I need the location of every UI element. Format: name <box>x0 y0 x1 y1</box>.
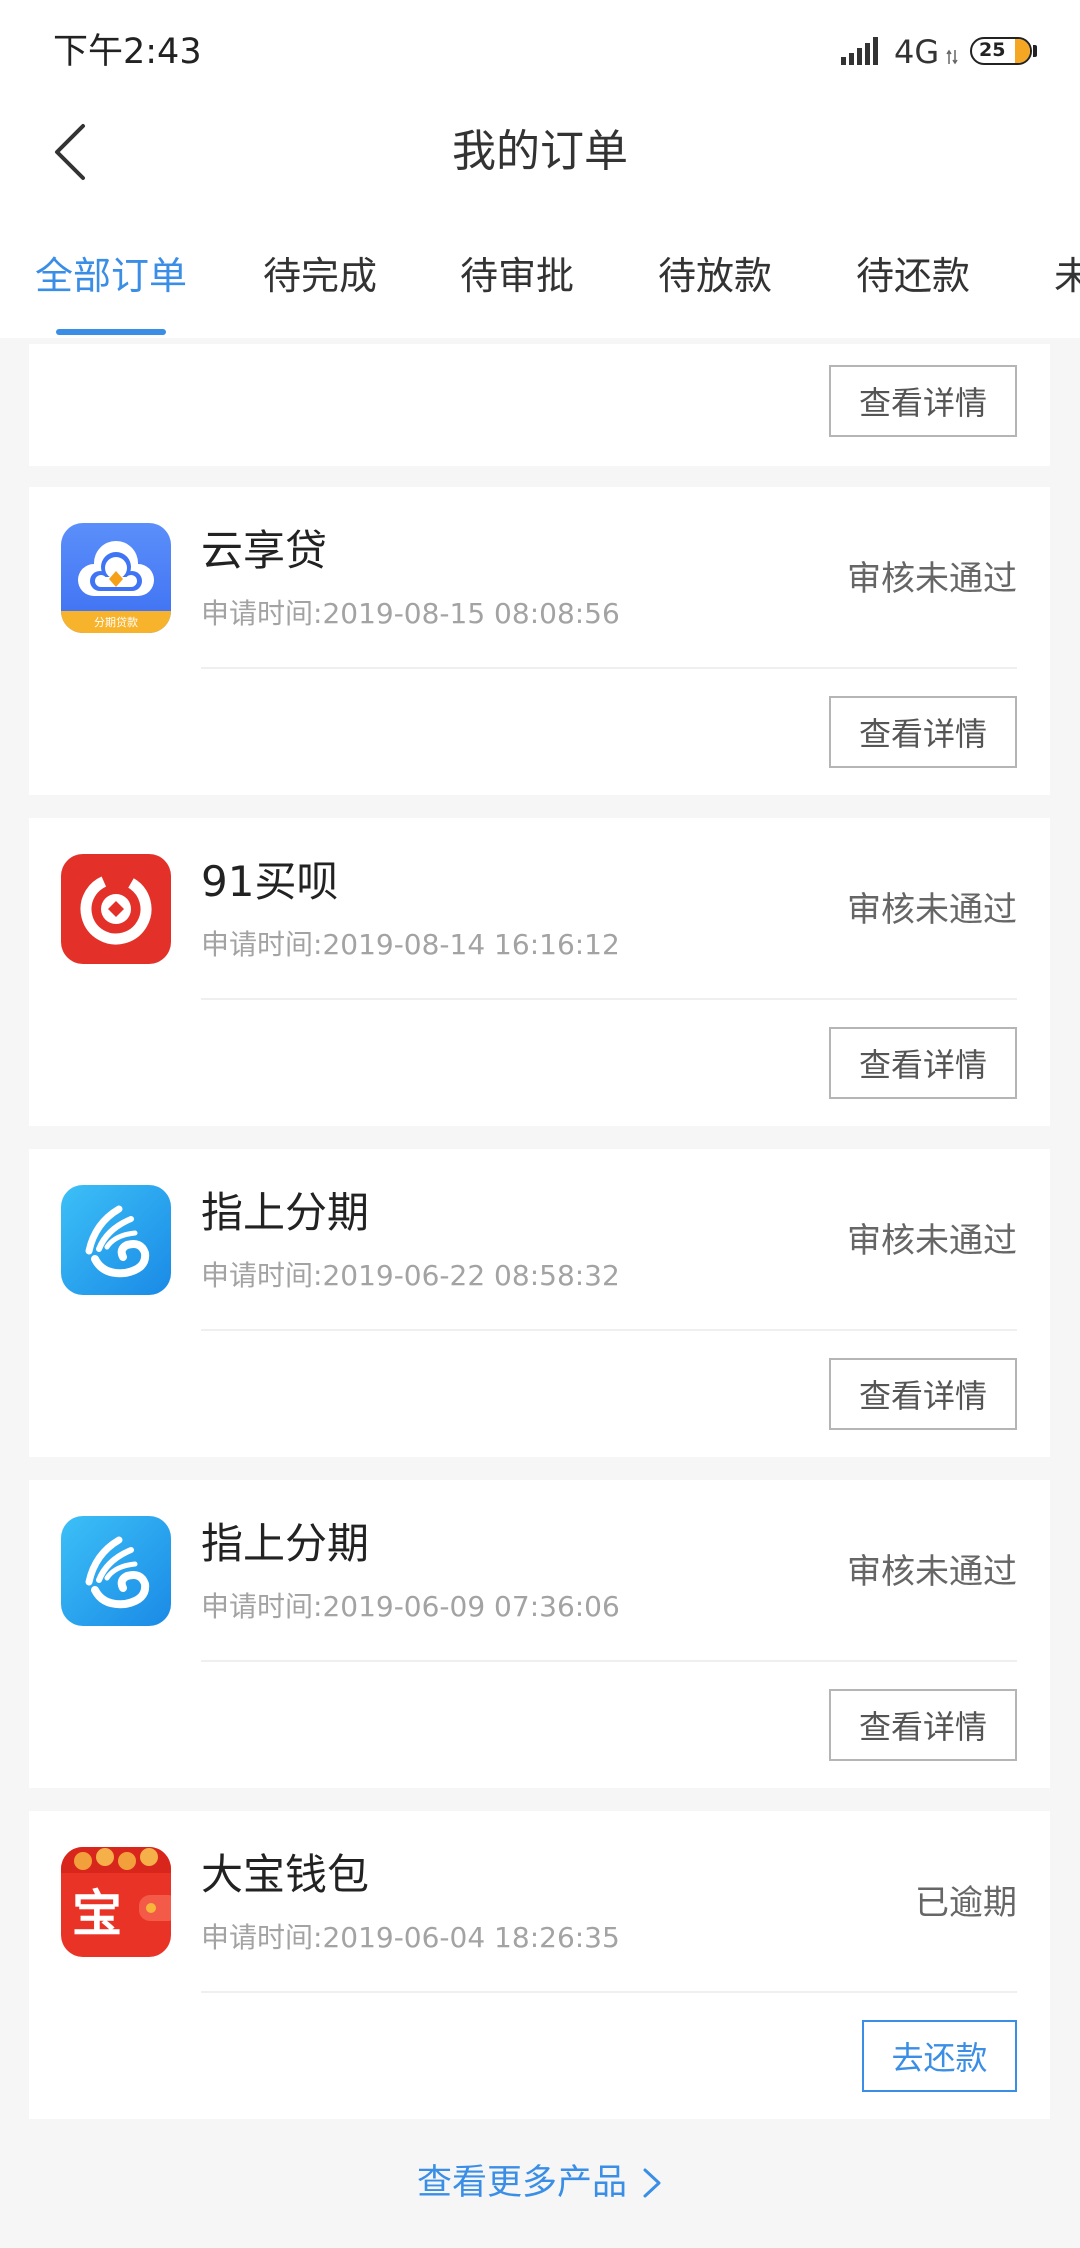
zhishangfenqi-logo <box>61 1185 171 1295</box>
apply-time-value: 2019-06-22 08:58:32 <box>322 1259 620 1292</box>
tab-all-orders[interactable]: 全部订单 <box>35 226 187 338</box>
view-details-button[interactable]: 查看详情 <box>829 696 1017 768</box>
top-bar: 下午2:43 4G 25 我的订单 全部订单 待完成 待审批 待放款 待还款 未 <box>0 0 1080 338</box>
divider <box>201 1329 1017 1331</box>
apply-time-label: 申请时间: <box>201 597 323 630</box>
view-details-button[interactable]: 查看详情 <box>829 1027 1017 1099</box>
battery-level: 25 <box>979 39 1006 61</box>
tab-pending-completion[interactable]: 待完成 <box>263 226 377 338</box>
order-card: 分期贷款 云享贷 申请时间:2019-08-15 08:08:56 审核未通过 … <box>29 487 1050 795</box>
91maibei-logo <box>61 854 171 964</box>
apply-time-label: 申请时间: <box>201 1921 323 1954</box>
order-status: 审核未通过 <box>847 1552 1017 1592</box>
order-card: 宝 大宝钱包 申请时间:2019-06-04 18:26:35 已逾期 去还款 <box>29 1811 1050 2119</box>
product-name: 指上分期 <box>201 1519 370 1568</box>
divider <box>201 1660 1017 1662</box>
apply-time-value: 2019-08-15 08:08:56 <box>322 597 620 630</box>
order-status: 审核未通过 <box>847 890 1017 930</box>
apply-time-label: 申请时间: <box>201 1590 323 1623</box>
apply-time-value: 2019-06-09 07:36:06 <box>322 1590 620 1623</box>
tab-pending-approval[interactable]: 待审批 <box>460 226 574 338</box>
apply-time: 申请时间:2019-08-15 08:08:56 <box>201 597 620 631</box>
tab-label: 待完成 <box>263 254 378 298</box>
order-status: 已逾期 <box>915 1883 1017 1923</box>
active-tab-indicator <box>56 329 166 335</box>
divider <box>201 1991 1017 1993</box>
tab-overflow-partial[interactable]: 未 <box>1054 226 1080 338</box>
tab-label: 待放款 <box>658 254 773 298</box>
chevron-right-icon <box>643 2168 661 2198</box>
tab-label: 全部订单 <box>35 254 188 298</box>
logo-text: 分期贷款 <box>94 615 138 629</box>
view-details-button[interactable]: 查看详情 <box>829 365 1017 437</box>
dabaoqianbao-logo: 宝 <box>61 1847 171 1957</box>
view-details-button[interactable]: 查看详情 <box>829 1689 1017 1761</box>
zhishangfenqi-logo <box>61 1516 171 1626</box>
view-more-products-link[interactable]: 查看更多产品 <box>0 2150 1080 2216</box>
apply-time-value: 2019-08-14 16:16:12 <box>322 928 620 961</box>
product-name: 大宝钱包 <box>201 1850 370 1899</box>
apply-time: 申请时间:2019-06-04 18:26:35 <box>201 1921 620 1955</box>
tab-label: 待还款 <box>856 254 971 298</box>
order-status: 审核未通过 <box>847 559 1017 599</box>
view-more-label: 查看更多产品 <box>416 2163 627 2203</box>
product-name: 91买呗 <box>201 857 339 906</box>
logo-text: 宝 <box>72 1885 122 1943</box>
tab-label: 待审批 <box>460 254 575 298</box>
yunxiangdai-logo: 分期贷款 <box>61 523 171 633</box>
apply-time-label: 申请时间: <box>201 1259 323 1292</box>
battery-nub <box>1033 45 1037 57</box>
status-time: 下午2:43 <box>53 32 202 72</box>
apply-time: 申请时间:2019-06-09 07:36:06 <box>201 1590 620 1624</box>
apply-time: 申请时间:2019-08-14 16:16:12 <box>201 928 620 962</box>
order-card: 91买呗 申请时间:2019-08-14 16:16:12 审核未通过 查看详情 <box>29 818 1050 1126</box>
order-card: 查看详情 <box>29 344 1050 466</box>
order-card: 指上分期 申请时间:2019-06-09 07:36:06 审核未通过 查看详情 <box>29 1480 1050 1788</box>
tab-pending-disbursement[interactable]: 待放款 <box>658 226 772 338</box>
network-type: 4G <box>894 33 940 71</box>
apply-time: 申请时间:2019-06-22 08:58:32 <box>201 1259 620 1293</box>
divider <box>201 998 1017 1000</box>
tab-label: 未 <box>1054 254 1080 298</box>
repay-button[interactable]: 去还款 <box>862 2020 1017 2092</box>
battery-fill <box>1015 39 1030 63</box>
apply-time-label: 申请时间: <box>201 928 323 961</box>
order-tabs: 全部订单 待完成 待审批 待放款 待还款 未 <box>0 226 1080 338</box>
view-details-button[interactable]: 查看详情 <box>829 1358 1017 1430</box>
apply-time-value: 2019-06-04 18:26:35 <box>322 1921 620 1954</box>
signal-icon <box>841 37 878 65</box>
battery-icon: 25 <box>970 37 1032 65</box>
data-arrows-icon <box>946 49 958 65</box>
order-status: 审核未通过 <box>847 1221 1017 1261</box>
product-name: 指上分期 <box>201 1188 370 1237</box>
page-title: 我的订单 <box>452 126 628 177</box>
tab-pending-repayment[interactable]: 待还款 <box>856 226 970 338</box>
divider <box>201 667 1017 669</box>
order-card: 指上分期 申请时间:2019-06-22 08:58:32 审核未通过 查看详情 <box>29 1149 1050 1457</box>
product-name: 云享贷 <box>201 526 328 575</box>
